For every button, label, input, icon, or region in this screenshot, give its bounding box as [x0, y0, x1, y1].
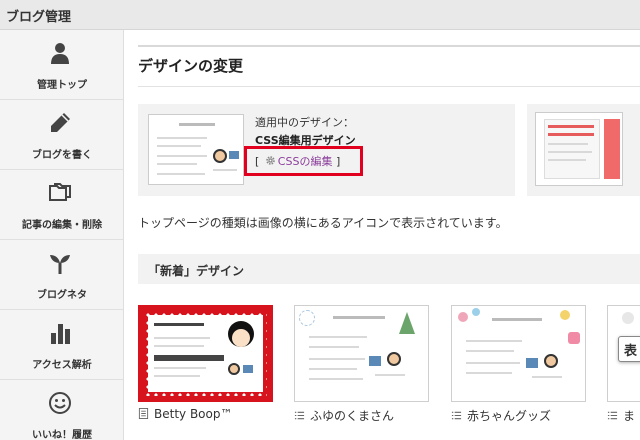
design-label: 赤ちゃんグッズ — [451, 407, 551, 424]
css-edit-label: CSSの編集 — [277, 155, 333, 168]
sprout-icon — [50, 255, 70, 274]
sidebar-item-edit[interactable]: 記事の編集・削除 — [0, 170, 123, 240]
design-card-baby-goods[interactable] — [451, 305, 586, 402]
section-title: 「新着」デザイン — [148, 264, 245, 278]
sidebar-item-label: ブログを書く — [32, 150, 92, 161]
design-label: ふゆのくまさん — [294, 407, 394, 424]
sidebar-item-label: いいね！履歴 — [32, 430, 92, 440]
alternate-design-thumbnail[interactable] — [535, 112, 623, 186]
current-design-thumbnail[interactable] — [148, 114, 244, 185]
list-icon — [451, 411, 462, 420]
heading-bar — [138, 45, 640, 47]
avatar — [544, 354, 558, 368]
document-icon — [138, 408, 149, 419]
sidebar-item-likes[interactable]: いいね！履歴 — [0, 380, 123, 440]
design-label: Betty Boop™ — [138, 407, 232, 421]
bar-chart-icon — [51, 324, 70, 344]
smiley-icon — [49, 392, 71, 414]
design-label-text: ふゆのくまさん — [310, 409, 395, 423]
list-icon — [607, 411, 618, 420]
design-card-betty-boop[interactable] — [138, 305, 273, 402]
sidebar-item-label: 管理トップ — [37, 80, 87, 91]
design-label-text: Betty Boop™ — [154, 407, 233, 421]
sidebar-item-blog-neta[interactable]: ブログネタ — [0, 240, 123, 310]
main-content: デザインの変更 適用中のデザイン： CSS編集用デザイン [ CSSの編集] … — [124, 30, 640, 440]
sidebar: 管理トップ ブログを書く 記事の編集・削除 ブログネタ アクセス解析 いいね！履… — [0, 30, 124, 440]
sidebar-item-label: アクセス解析 — [32, 360, 92, 371]
design-description: トップページの種類は画像の横にあるアイコンで表示されています。 — [138, 216, 508, 230]
design-label: ま — [607, 407, 640, 424]
sidebar-item-write[interactable]: ブログを書く — [0, 100, 123, 170]
page-title: デザインの変更 — [138, 57, 244, 75]
pencil-icon — [51, 113, 70, 132]
bracket-open: [ — [255, 155, 260, 168]
gear-icon — [265, 156, 275, 165]
css-edit-link[interactable]: [ CSSの編集 ] — [255, 153, 340, 169]
sidebar-item-dashboard[interactable]: 管理トップ — [0, 30, 123, 100]
current-design-panel: 適用中のデザイン： CSS編集用デザイン [ CSSの編集 ] — [138, 104, 515, 196]
design-label-text: 赤ちゃんグッズ — [467, 409, 552, 423]
alternate-design-panel — [527, 104, 640, 196]
section-header: 「新着」デザイン — [138, 254, 640, 284]
avatar — [228, 363, 240, 375]
sidebar-item-analytics[interactable]: アクセス解析 — [0, 310, 123, 380]
avatar — [387, 352, 401, 366]
divider — [138, 86, 640, 87]
current-design-caption: 適用中のデザイン： — [255, 116, 354, 129]
sidebar-item-label: ブログネタ — [37, 290, 87, 301]
app-title: ブログ管理 — [6, 10, 72, 25]
bracket-close: ] — [335, 155, 341, 168]
folders-icon — [49, 183, 71, 201]
design-card-fuyu-kuma[interactable] — [294, 305, 429, 402]
list-icon — [294, 411, 305, 420]
design-label-text: ま — [623, 409, 636, 423]
card-badge: 表 — [624, 344, 638, 359]
person-icon — [51, 43, 69, 64]
sidebar-item-label: 記事の編集・削除 — [22, 220, 102, 231]
character-illustration — [224, 317, 258, 357]
css-edit-highlight: [ CSSの編集 ] — [244, 146, 363, 176]
design-card-partial[interactable]: 表 — [607, 305, 640, 402]
avatar — [213, 149, 227, 163]
top-bar: ブログ管理 — [0, 0, 640, 30]
